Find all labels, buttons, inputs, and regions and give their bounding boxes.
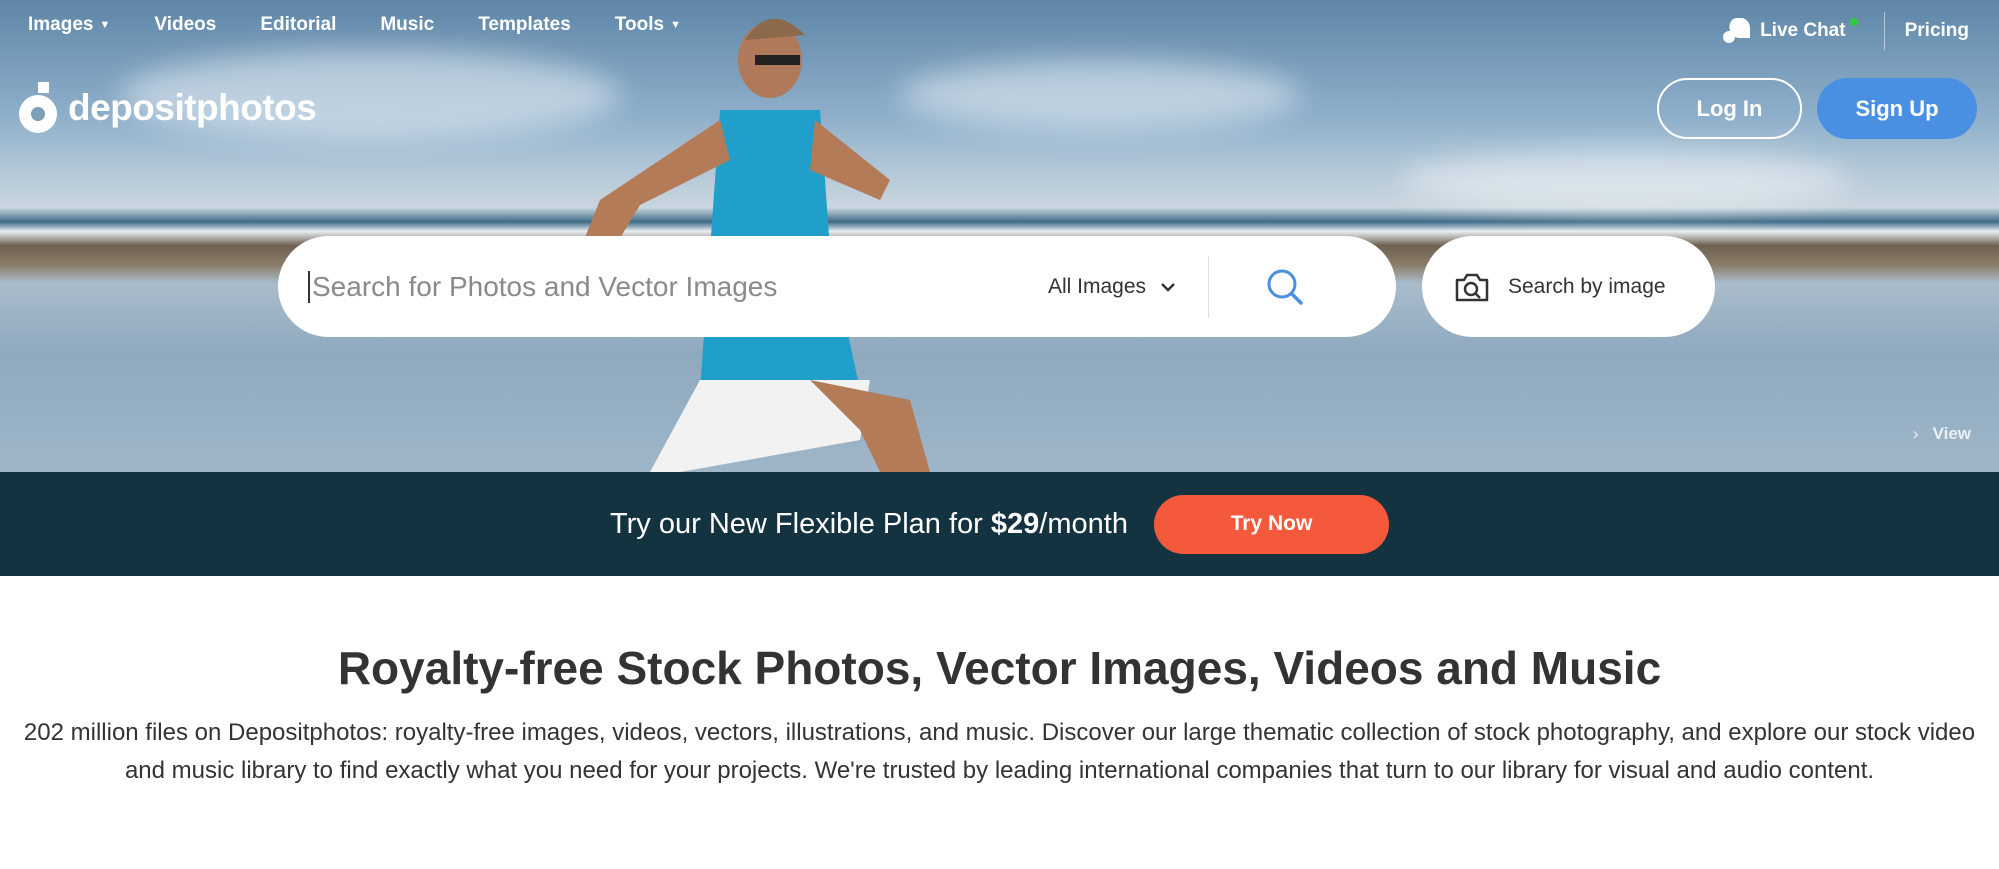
search-input[interactable] (308, 270, 1008, 303)
promo-text: Try our New Flexible Plan for $29/month (610, 507, 1128, 540)
chevron-right-icon: › (1912, 424, 1919, 443)
logo-text: depositphotos (68, 87, 317, 128)
pricing-link[interactable]: Pricing (1905, 20, 1969, 42)
category-select[interactable]: All Images (1048, 275, 1176, 299)
promo-banner: Try our New Flexible Plan for $29/month … (0, 472, 1999, 576)
nav-label: Images (28, 14, 94, 35)
main-nav: Images ▼ Videos Editorial Music Templates… (28, 14, 725, 36)
login-button[interactable]: Log In (1657, 78, 1802, 139)
search-by-image-label: Search by image (1508, 274, 1666, 298)
live-chat-icon (1723, 18, 1751, 43)
nav-editorial[interactable]: Editorial (260, 14, 336, 36)
divider (1208, 255, 1210, 318)
hero-banner: Images ▼ Videos Editorial Music Templates… (0, 0, 1999, 472)
category-label: All Images (1048, 274, 1147, 298)
nav-videos[interactable]: Videos (154, 14, 216, 36)
top-right-links: Live Chat Pricing (1722, 12, 1969, 50)
nav-templates[interactable]: Templates (478, 14, 571, 36)
caret-down-icon: ▼ (99, 19, 111, 31)
search-by-image-button[interactable]: Search by image (1422, 236, 1715, 337)
nav-music[interactable]: Music (380, 14, 434, 36)
logo-icon (19, 82, 57, 133)
caret-down-icon: ▼ (670, 19, 681, 31)
search-bar: All Images (278, 236, 1396, 337)
try-now-button[interactable]: Try Now (1153, 494, 1389, 554)
signup-button[interactable]: Sign Up (1817, 78, 1977, 139)
search-icon[interactable] (1265, 267, 1305, 307)
live-chat-link[interactable]: Live Chat (1760, 20, 1846, 42)
nav-images[interactable]: Images ▼ (28, 14, 110, 36)
logo[interactable]: depositphotos (18, 82, 317, 134)
page-description: 202 million files on Depositphotos: roya… (23, 719, 1976, 784)
camera-search-icon (1455, 273, 1489, 301)
chevron-down-icon (1161, 282, 1175, 292)
nav-label: Tools (614, 14, 665, 35)
online-indicator (1849, 18, 1858, 26)
divider (1883, 12, 1885, 50)
view-photo-link[interactable]: › View (1913, 424, 1971, 444)
nav-tools[interactable]: Tools ▼ (615, 14, 681, 36)
view-label: View (1932, 424, 1971, 443)
page-title: Royalty-free Stock Photos, Vector Images… (337, 642, 1662, 694)
